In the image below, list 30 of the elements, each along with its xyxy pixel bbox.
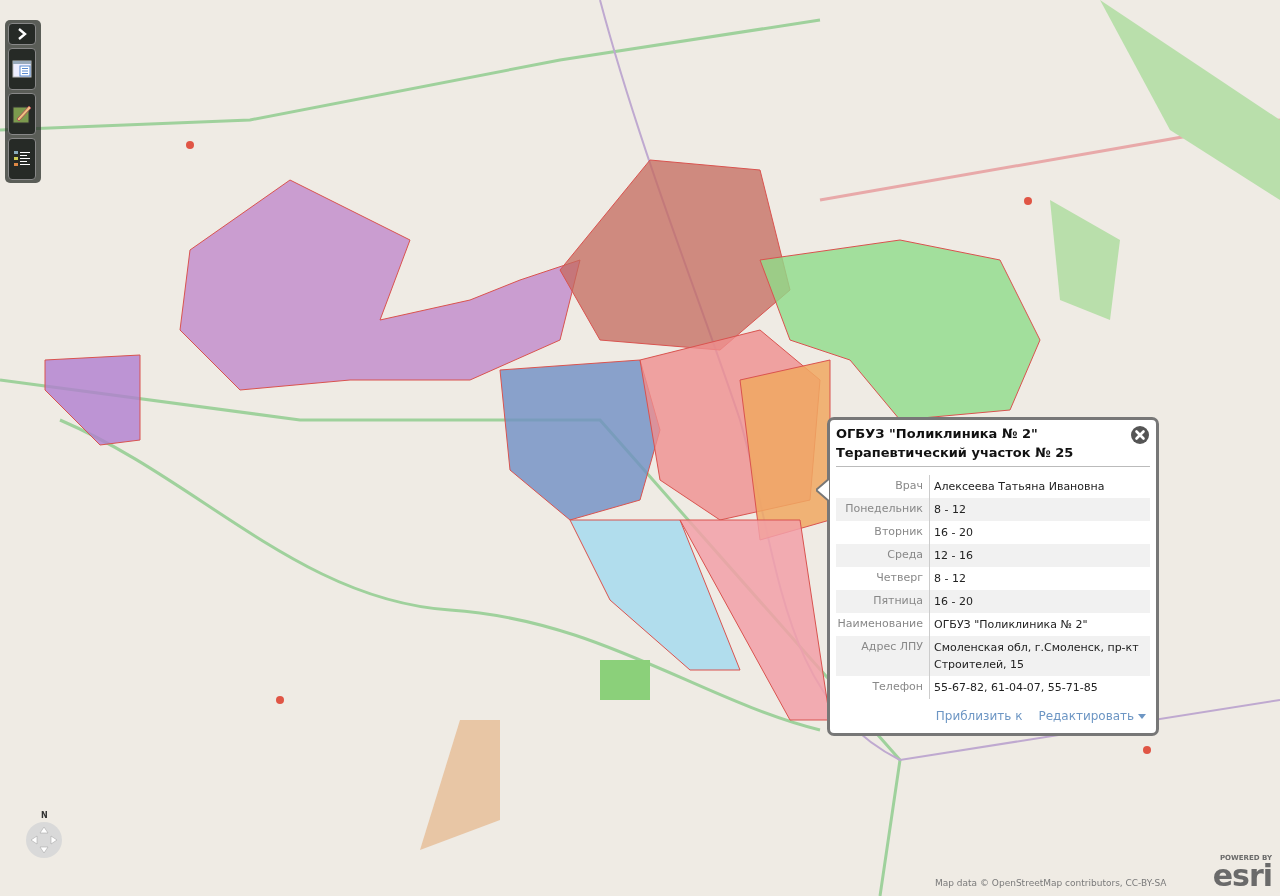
edit-menu-link[interactable]: Редактировать [1038,707,1146,725]
layers-button[interactable] [8,48,36,90]
field-label: Среда [836,544,930,567]
popup-title: ОГБУЗ "Поликлиника № 2" [836,425,1039,443]
field-value: 12 - 16 [933,548,974,564]
pencil-icon [12,104,32,124]
document-list-icon [12,59,32,79]
field-value: 16 - 20 [933,594,974,610]
zoom-to-link[interactable]: Приблизить к [935,707,1023,725]
close-icon[interactable] [1131,426,1149,444]
field-value: Смоленская обл, г.Смоленск, пр-кт Строителей, 15 [933,640,1140,673]
field-value: 8 - 12 [933,571,967,587]
expand-button[interactable] [8,23,36,45]
edit-button[interactable] [8,93,36,135]
caret-icon [1138,713,1146,720]
field-value: 55-67-82, 61-04-07, 55-71-85 [933,680,1099,696]
field-label: Понедельник [836,498,930,521]
legend-list-icon [13,149,31,169]
popup-subtitle: Терапевтический участок № 25 [836,444,1075,462]
attribution-text: Map data © OpenStreetMap contributors, CC-BY-SA [935,877,1167,890]
field-label: Пятница [836,590,930,613]
north-label: N [41,810,48,822]
field-value: 8 - 12 [933,502,967,518]
legend-button[interactable] [8,138,36,180]
field-value: 16 - 20 [933,525,974,541]
field-label: Адрес ЛПУ [836,636,930,676]
field-value: ОГБУЗ "Поликлиника № 2" [933,617,1089,633]
field-value: Алексеева Татьяна Ивановна [933,479,1106,495]
field-label: Телефон [836,676,930,699]
chevron-icon [17,28,27,40]
